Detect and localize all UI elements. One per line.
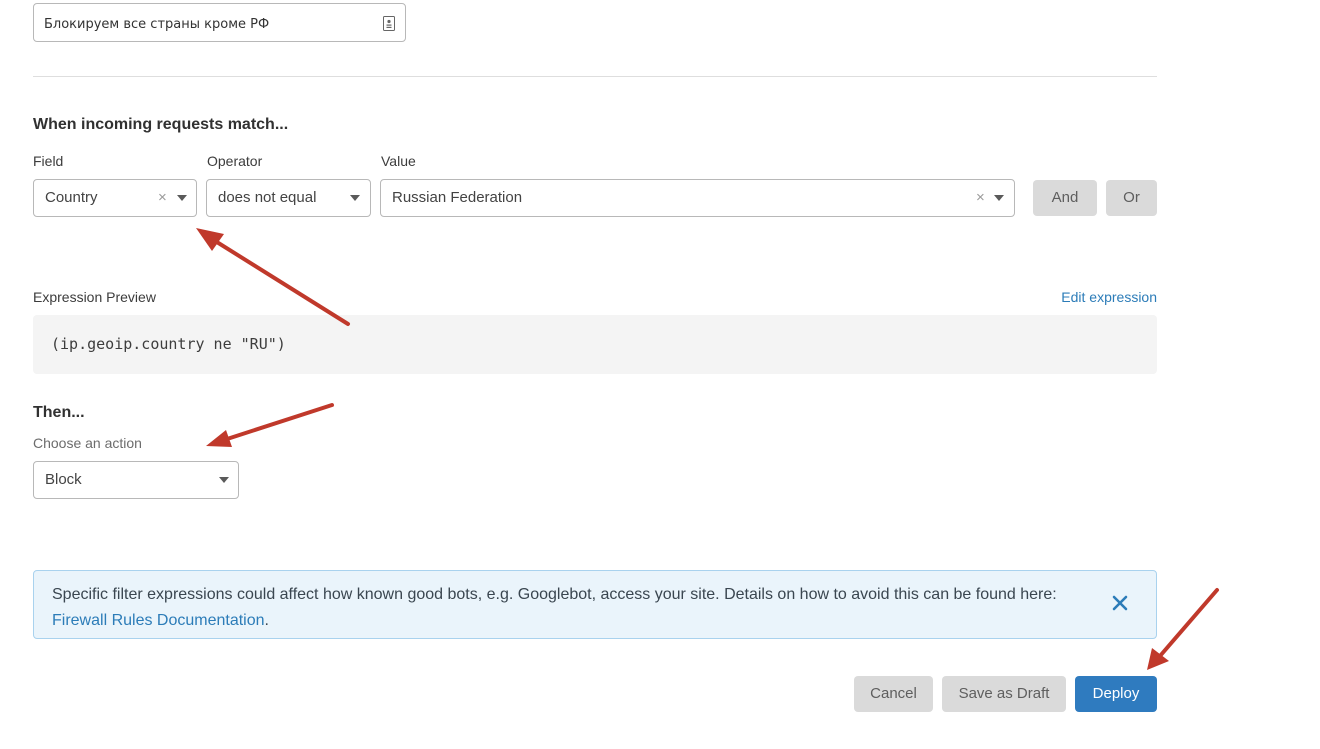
and-button[interactable]: And	[1033, 180, 1097, 216]
save-draft-button[interactable]: Save as Draft	[942, 676, 1066, 712]
value-chevron-down-icon[interactable]	[994, 195, 1004, 201]
choose-action-label: Choose an action	[33, 435, 142, 451]
value-select[interactable]: Russian Federation ×	[380, 179, 1015, 217]
action-select-value: Block	[45, 471, 82, 488]
firewall-docs-link[interactable]: Firewall Rules Documentation	[52, 612, 265, 629]
bots-notice: Specific filter expressions could affect…	[33, 570, 1157, 639]
operator-select[interactable]: does not equal	[206, 179, 371, 217]
notice-text: Specific filter expressions could affect…	[52, 586, 1057, 603]
deploy-button[interactable]: Deploy	[1075, 676, 1157, 712]
arrow-icon	[206, 403, 334, 447]
notice-suffix: .	[264, 612, 269, 629]
match-section-title: When incoming requests match...	[33, 116, 289, 133]
action-chevron-down-icon[interactable]	[219, 477, 229, 483]
field-chevron-down-icon[interactable]	[177, 195, 187, 201]
action-select[interactable]: Block	[33, 461, 239, 499]
rule-name-input[interactable]: Блокируем все страны кроме РФ	[33, 3, 406, 42]
field-select-value: Country	[45, 189, 98, 206]
value-select-value: Russian Federation	[392, 189, 523, 206]
arrow-icon	[1147, 588, 1219, 670]
expression-preview: (ip.geoip.country ne "RU")	[33, 315, 1157, 374]
field-clear-icon[interactable]: ×	[158, 180, 167, 216]
contact-card-icon[interactable]	[383, 16, 395, 31]
operator-label: Operator	[207, 153, 263, 169]
cancel-button[interactable]: Cancel	[854, 676, 933, 712]
expression-preview-label: Expression Preview	[33, 289, 156, 305]
close-icon[interactable]	[1110, 593, 1130, 613]
action-section-title: Then...	[33, 404, 85, 421]
field-label: Field	[33, 153, 64, 169]
value-clear-icon[interactable]: ×	[976, 180, 985, 216]
or-button[interactable]: Or	[1106, 180, 1157, 216]
field-select[interactable]: Country ×	[33, 179, 197, 217]
section-divider	[33, 76, 1157, 77]
rule-name-value: Блокируем все страны кроме РФ	[44, 17, 270, 32]
operator-select-value: does not equal	[218, 189, 317, 206]
arrow-icon	[196, 228, 350, 326]
edit-expression-link[interactable]: Edit expression	[1061, 289, 1157, 305]
value-label: Value	[381, 153, 416, 169]
operator-chevron-down-icon[interactable]	[350, 195, 360, 201]
